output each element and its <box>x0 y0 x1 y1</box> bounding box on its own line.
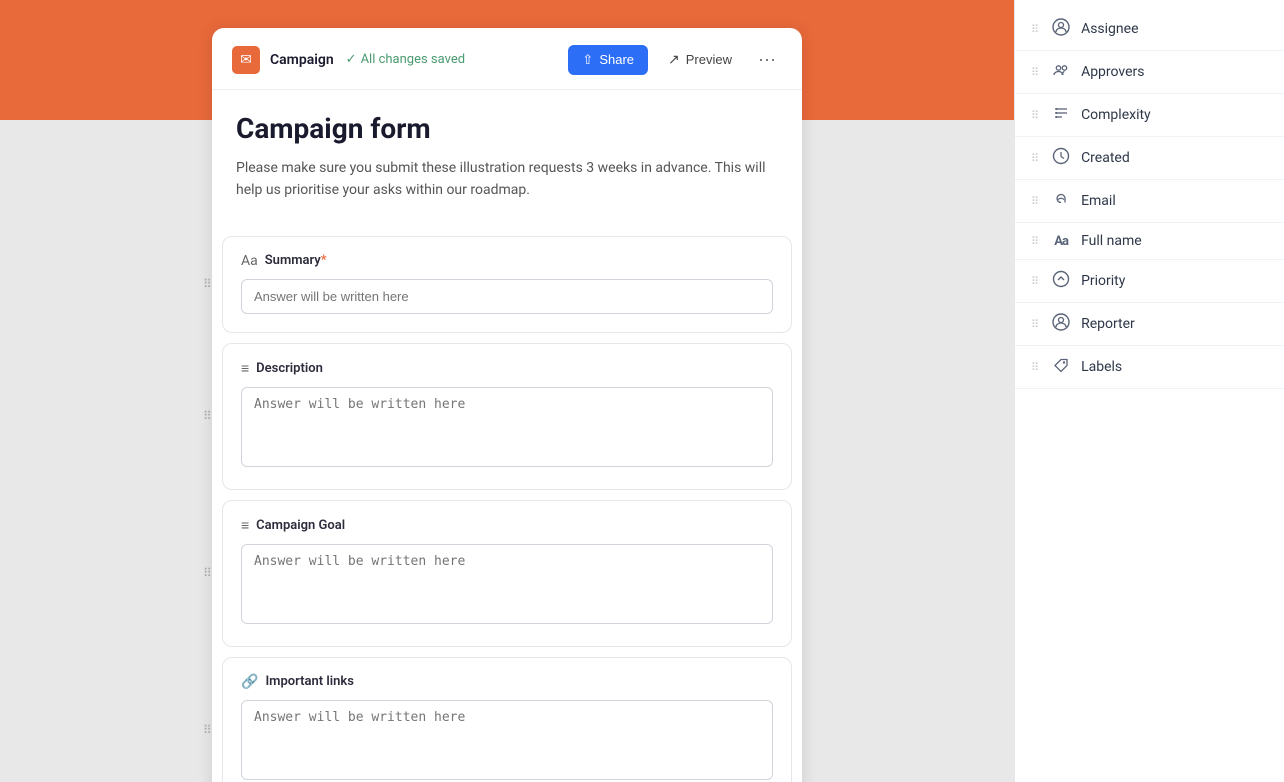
reporter-icon <box>1051 313 1071 335</box>
summary-required: * <box>321 253 327 268</box>
sidebar-complexity-label: Complexity <box>1081 107 1151 123</box>
sidebar-reporter-label: Reporter <box>1081 316 1135 332</box>
created-icon <box>1051 147 1071 169</box>
more-options-button[interactable]: ··· <box>752 45 782 74</box>
drag-handle-campaign-goal: ⠿ <box>203 566 212 580</box>
description-label: Description <box>256 361 323 376</box>
approvers-icon <box>1051 61 1071 83</box>
form-body: Campaign form Please make sure you submi… <box>212 90 802 226</box>
sidebar-item-labels[interactable]: ⠿ Labels <box>1015 346 1284 389</box>
drag-dots-approvers: ⠿ <box>1031 66 1039 79</box>
form-description: Please make sure you submit these illust… <box>236 157 778 202</box>
sidebar-item-complexity[interactable]: ⠿ Complexity <box>1015 94 1284 137</box>
form-header: ✉ Campaign ✓ All changes saved ⇧ Share ↗… <box>212 28 802 90</box>
complexity-icon <box>1051 104 1071 126</box>
drag-handle-description: ⠿ <box>203 409 212 423</box>
description-input[interactable] <box>241 387 773 467</box>
campaign-goal-type-icon: ≡ <box>241 517 249 534</box>
share-button[interactable]: ⇧ Share <box>568 45 648 75</box>
assignee-icon <box>1051 18 1071 40</box>
drag-dots-email: ⠿ <box>1031 195 1039 208</box>
drag-handle-summary: ⠿ <box>203 277 212 291</box>
sidebar-email-label: Email <box>1081 193 1116 209</box>
field-campaign-goal: ⠿ ≡ Campaign Goal <box>222 500 792 647</box>
email-icon <box>1051 190 1071 212</box>
sidebar-approvers-label: Approvers <box>1081 64 1144 80</box>
preview-button[interactable]: ↗ Preview <box>656 44 744 75</box>
description-type-icon: ≡ <box>241 360 249 377</box>
drag-dots-complexity: ⠿ <box>1031 109 1039 122</box>
saved-indicator: ✓ All changes saved <box>346 52 465 67</box>
drag-dots-assignee: ⠿ <box>1031 23 1039 36</box>
important-links-label: Important links <box>265 674 353 689</box>
labels-icon <box>1051 356 1071 378</box>
field-description: ⠿ ≡ Description <box>222 343 792 490</box>
preview-icon: ↗ <box>668 51 680 68</box>
campaign-icon: ✉ <box>232 46 260 74</box>
field-important-links: ⠿ 🔗 Important links <box>222 657 792 782</box>
drag-dots-labels: ⠿ <box>1031 361 1039 374</box>
campaign-name: Campaign <box>270 52 334 68</box>
sidebar-item-priority[interactable]: ⠿ Priority <box>1015 260 1284 303</box>
drag-dots-created: ⠿ <box>1031 152 1039 165</box>
saved-check-icon: ✓ <box>346 52 357 67</box>
sidebar-full-name-label: Full name <box>1081 233 1142 249</box>
form-card: ✉ Campaign ✓ All changes saved ⇧ Share ↗… <box>212 28 802 782</box>
sidebar-priority-label: Priority <box>1081 273 1125 289</box>
important-links-input[interactable] <box>241 700 773 780</box>
drag-handle-important-links: ⠿ <box>203 723 212 737</box>
summary-input[interactable] <box>241 279 773 314</box>
sidebar-assignee-label: Assignee <box>1081 21 1138 37</box>
sidebar-item-approvers[interactable]: ⠿ Approvers <box>1015 51 1284 94</box>
campaign-goal-input[interactable] <box>241 544 773 624</box>
sidebar-labels-label: Labels <box>1081 359 1122 375</box>
share-icon: ⇧ <box>582 52 593 68</box>
drag-dots-reporter: ⠿ <box>1031 318 1039 331</box>
drag-dots-priority: ⠿ <box>1031 275 1039 288</box>
priority-icon <box>1051 270 1071 292</box>
sidebar: ⠿ Assignee ⠿ Approvers ⠿ <box>1014 0 1284 782</box>
full-name-icon: Aa <box>1051 234 1071 249</box>
field-summary: ⠿ Aa Summary* <box>222 236 792 333</box>
form-title: Campaign form <box>236 112 778 145</box>
sidebar-item-full-name[interactable]: ⠿ Aa Full name <box>1015 223 1284 260</box>
sidebar-item-reporter[interactable]: ⠿ Reporter <box>1015 303 1284 346</box>
campaign-goal-label: Campaign Goal <box>256 518 345 533</box>
header-actions: ⇧ Share ↗ Preview ··· <box>568 44 782 75</box>
summary-type-icon: Aa <box>241 253 258 269</box>
saved-label: All changes saved <box>361 52 466 67</box>
sidebar-item-email[interactable]: ⠿ Email <box>1015 180 1284 223</box>
sidebar-created-label: Created <box>1081 150 1130 166</box>
important-links-type-icon: 🔗 <box>241 674 258 690</box>
drag-dots-full-name: ⠿ <box>1031 235 1039 248</box>
sidebar-item-assignee[interactable]: ⠿ Assignee <box>1015 8 1284 51</box>
summary-label: Summary* <box>265 253 327 268</box>
sidebar-item-created[interactable]: ⠿ Created <box>1015 137 1284 180</box>
